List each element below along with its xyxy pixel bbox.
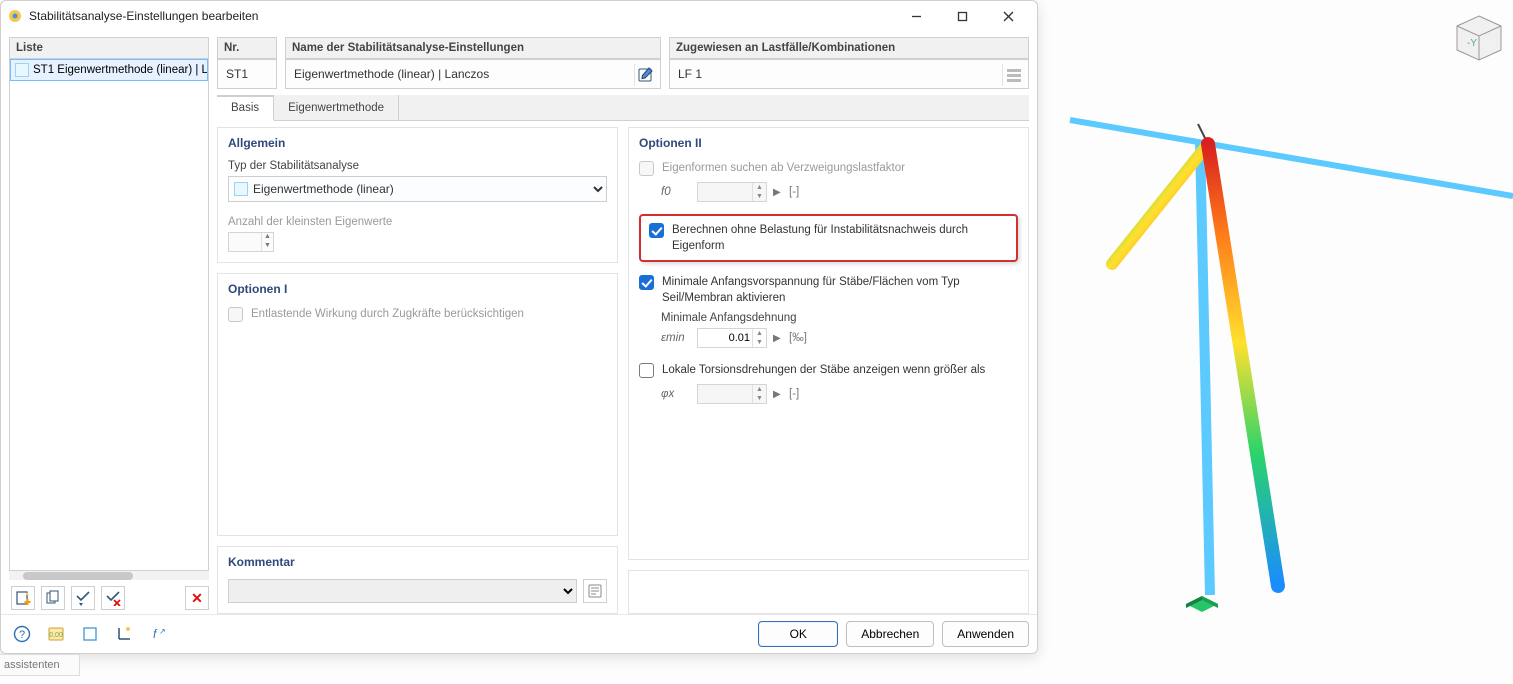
eigenvalue-count-input[interactable]: ▲▼ xyxy=(228,232,274,252)
spin-up-icon[interactable]: ▲ xyxy=(753,329,766,338)
phix-label: φx xyxy=(661,388,691,400)
maximize-button[interactable] xyxy=(939,1,985,31)
window-title: Stabilitätsanalyse-Einstellungen bearbei… xyxy=(29,9,258,23)
ok-button[interactable]: OK xyxy=(758,621,838,647)
list-toolbar: ✕ xyxy=(9,580,209,614)
tabstrip: Basis Eigenwertmethode xyxy=(217,95,1029,121)
svg-text:f: f xyxy=(153,627,158,641)
torsion-display-checkbox[interactable] xyxy=(639,363,654,378)
spin-down-icon[interactable]: ▼ xyxy=(753,338,766,347)
help-button[interactable]: ? xyxy=(9,621,35,647)
type-label: Typ der Stabilitätsanalyse xyxy=(228,160,607,172)
group-optionen-2: Optionen II Eigenformen suchen ab Verzwe… xyxy=(628,127,1029,560)
edit-name-icon[interactable] xyxy=(634,64,656,86)
torsion-display-label: Lokale Torsionsdrehungen der Stäbe anzei… xyxy=(662,362,985,378)
nr-field[interactable]: ST1 xyxy=(217,59,277,89)
group-allgemein: Allgemein Typ der Stabilitätsanalyse Eig… xyxy=(217,127,618,263)
no-load-label: Berechnen ohne Belastung für Instabilitä… xyxy=(672,222,1008,254)
axis-button[interactable] xyxy=(111,621,137,647)
spin-up-icon[interactable]: ▲ xyxy=(262,233,273,242)
minimize-button[interactable] xyxy=(893,1,939,31)
cancel-button[interactable]: Abbrechen xyxy=(846,621,934,647)
f0-label: f0 xyxy=(661,186,691,198)
tab-eigenwertmethode[interactable]: Eigenwertmethode xyxy=(274,95,399,120)
svg-text:-Y: -Y xyxy=(1467,38,1477,49)
view-cube[interactable]: -Y xyxy=(1451,10,1507,66)
arrow-right-icon[interactable]: ▶ xyxy=(773,333,783,344)
assistant-stub: assistenten xyxy=(0,654,80,676)
check-delete-button[interactable] xyxy=(101,586,125,610)
no-load-checkbox[interactable] xyxy=(649,223,664,238)
assign-heading: Zugewiesen an Lastfälle/Kombinationen xyxy=(669,37,1029,59)
svg-text:0,00: 0,00 xyxy=(49,632,63,639)
arrow-right-icon: ▶ xyxy=(773,389,783,400)
tab-basis[interactable]: Basis xyxy=(217,95,274,121)
emin-input[interactable]: 0.01 ▲▼ xyxy=(697,328,767,348)
horizontal-scrollbar[interactable] xyxy=(9,570,209,580)
model-viewport[interactable] xyxy=(1040,0,1513,679)
search-eigenshapes-checkbox xyxy=(639,161,654,176)
apply-button[interactable]: Anwenden xyxy=(942,621,1029,647)
min-prestress-label: Minimale Anfangsvorspannung für Stäbe/Fl… xyxy=(662,274,1018,306)
assigned-field[interactable]: LF 1 xyxy=(669,59,1029,89)
spin-down-icon[interactable]: ▼ xyxy=(262,242,273,251)
check-down-button[interactable] xyxy=(71,586,95,610)
group-optionen-1: Optionen I Entlastende Wirkung durch Zug… xyxy=(217,273,618,536)
arrow-right-icon: ▶ xyxy=(773,187,783,198)
app-icon xyxy=(7,8,23,24)
group-kommentar: Kommentar xyxy=(217,546,618,614)
relief-tension-label: Entlastende Wirkung durch Zugkräfte berü… xyxy=(251,306,524,322)
header-row: Nr. ST1 Name der Stabilitätsanalyse-Eins… xyxy=(217,37,1029,89)
titlebar[interactable]: Stabilitätsanalyse-Einstellungen bearbei… xyxy=(1,1,1037,31)
copy-item-button[interactable] xyxy=(41,586,65,610)
group-title: Optionen II xyxy=(639,136,1018,150)
nr-heading: Nr. xyxy=(217,37,277,59)
color-swatch-icon xyxy=(15,63,29,77)
color-swatch-icon xyxy=(234,182,248,196)
function-button[interactable]: f↗ xyxy=(145,621,171,647)
stability-settings-dialog: Stabilitätsanalyse-Einstellungen bearbei… xyxy=(0,0,1038,654)
settings-list[interactable]: ST1 Eigenwertmethode (linear) | Lancz xyxy=(9,58,209,580)
f0-unit: [-] xyxy=(789,186,799,198)
list-item-label: ST1 Eigenwertmethode (linear) | Lancz xyxy=(33,64,208,76)
list-panel: Liste ST1 Eigenwertmethode (linear) | La… xyxy=(9,37,209,614)
emin-label: εmin xyxy=(661,332,691,344)
svg-text:?: ? xyxy=(19,629,25,641)
assigned-list-icon[interactable] xyxy=(1002,64,1024,86)
min-prestress-checkbox[interactable] xyxy=(639,275,654,290)
new-item-button[interactable] xyxy=(11,586,35,610)
group-title: Optionen I xyxy=(228,282,607,296)
name-field[interactable]: Eigenwertmethode (linear) | Lanczos xyxy=(285,59,661,89)
assigned-value: LF 1 xyxy=(678,67,702,81)
close-button[interactable] xyxy=(985,1,1031,31)
search-eigenshapes-label: Eigenformen suchen ab Verzweigungslastfa… xyxy=(662,160,905,176)
group-title: Kommentar xyxy=(228,555,607,569)
count-label: Anzahl der kleinsten Eigenwerte xyxy=(228,216,607,228)
nr-value: ST1 xyxy=(226,67,248,81)
highlight-box: Berechnen ohne Belastung für Instabilitä… xyxy=(639,214,1018,262)
comment-select[interactable] xyxy=(228,579,577,603)
emin-unit: [‰] xyxy=(789,332,807,344)
relief-tension-checkbox xyxy=(228,307,243,322)
delete-item-button[interactable]: ✕ xyxy=(185,586,209,610)
analysis-type-select[interactable]: Eigenwertmethode (linear) xyxy=(228,176,607,202)
view-rect-button[interactable] xyxy=(77,621,103,647)
list-item[interactable]: ST1 Eigenwertmethode (linear) | Lancz xyxy=(10,59,208,81)
name-value: Eigenwertmethode (linear) | Lanczos xyxy=(294,67,489,81)
group-empty xyxy=(628,570,1029,614)
min-strain-label: Minimale Anfangsdehnung xyxy=(661,312,1018,324)
dialog-footer: ? 0,00 f↗ OK Abbrechen Anwenden xyxy=(1,614,1037,653)
units-button[interactable]: 0,00 xyxy=(43,621,69,647)
svg-text:↗: ↗ xyxy=(159,627,166,636)
comment-edit-button[interactable] xyxy=(583,579,607,603)
f0-input: ▲▼ xyxy=(697,182,767,202)
name-heading: Name der Stabilitätsanalyse-Einstellunge… xyxy=(285,37,661,59)
group-title: Allgemein xyxy=(228,136,607,150)
emin-value: 0.01 xyxy=(729,332,750,344)
phix-input: ▲▼ xyxy=(697,384,767,404)
list-heading: Liste xyxy=(9,37,209,58)
phix-unit: [-] xyxy=(789,388,799,400)
